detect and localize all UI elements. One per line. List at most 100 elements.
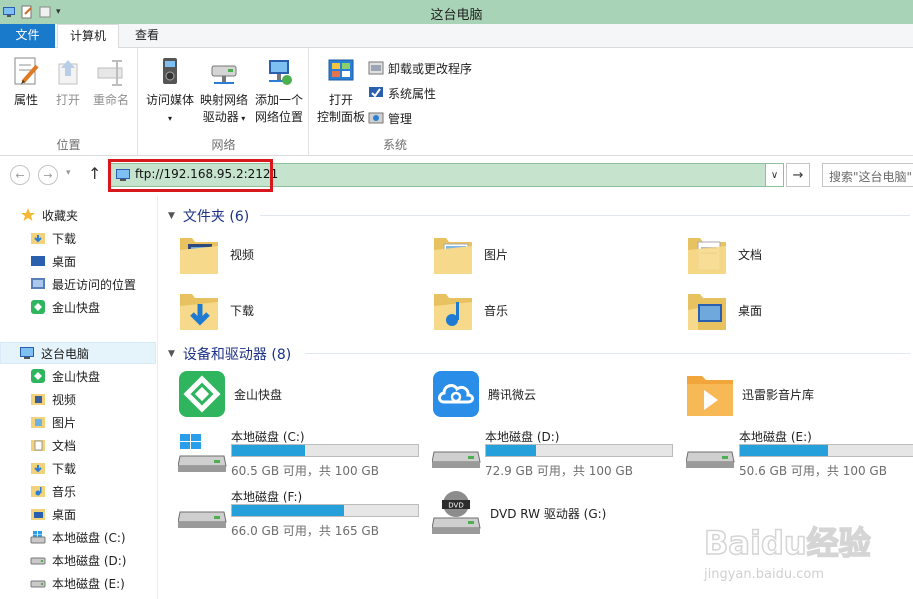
xunlei-media-folder-icon bbox=[687, 376, 733, 416]
folder-music[interactable]: 音乐 bbox=[432, 286, 508, 334]
nav-this-pc-label: 这台电脑 bbox=[41, 346, 90, 361]
drive-f-free-space: 66.0 GB 可用，共 165 GB bbox=[231, 524, 379, 538]
manage-label: 管理 bbox=[388, 111, 413, 126]
nav-this-pc[interactable]: 这台电脑 bbox=[0, 342, 156, 364]
nav-pc-desktop[interactable]: 桌面 bbox=[0, 503, 156, 525]
tab-view[interactable]: 查看 bbox=[122, 24, 172, 48]
device-weiyun-label: 腾讯微云 bbox=[488, 387, 537, 402]
nav-drive-d-label: 本地磁盘 (D:) bbox=[52, 553, 127, 568]
dvd-drive-icon: DVD bbox=[432, 491, 481, 534]
devices-header-label: 设备和驱动器 (8) bbox=[182, 347, 292, 363]
folder-downloads[interactable]: 下载 bbox=[178, 286, 254, 334]
open-control-panel-button[interactable]: 打开 控制面板 bbox=[312, 56, 370, 126]
folder-pictures-label: 图片 bbox=[484, 247, 509, 262]
uninstall-label: 卸载或更改程序 bbox=[388, 61, 473, 76]
properties-button[interactable]: 属性 bbox=[6, 56, 46, 109]
nav-pc-kuaipan[interactable]: 金山快盘 bbox=[0, 365, 156, 387]
hard-drive-icon bbox=[432, 451, 481, 468]
ribbon-tabs: 文件 计算机 查看 bbox=[0, 24, 913, 49]
devices-section-header[interactable]: ▼ 设备和驱动器 (8) bbox=[168, 344, 291, 364]
device-weiyun[interactable]: 腾讯微云 bbox=[432, 370, 536, 418]
folder-desktop[interactable]: 桌面 bbox=[686, 286, 762, 334]
back-button[interactable]: ← bbox=[10, 165, 30, 185]
go-button[interactable]: → bbox=[786, 163, 810, 187]
drive-f-usage-bar bbox=[231, 504, 419, 517]
manage-icon bbox=[368, 112, 384, 124]
address-dropdown-button[interactable]: ∨ bbox=[765, 164, 783, 186]
control-panel-label-2: 控制面板 bbox=[316, 110, 365, 124]
folders-header-label: 文件夹 (6) bbox=[182, 209, 250, 225]
nav-drive-c-label: 本地磁盘 (C:) bbox=[52, 530, 126, 545]
nav-pc-downloads[interactable]: 下载 bbox=[0, 457, 156, 479]
rename-button[interactable]: 重命名 bbox=[88, 56, 134, 109]
drive-f-usage-fill bbox=[232, 505, 344, 516]
folders-section-header[interactable]: ▼ 文件夹 (6) bbox=[168, 206, 249, 226]
drive-g-dvd[interactable]: DVD DVD RW 驱动器 (G:) bbox=[432, 490, 606, 536]
open-label: 打开 bbox=[55, 93, 80, 107]
nav-drive-c[interactable]: 本地磁盘 (C:) bbox=[0, 526, 156, 548]
desktop-folder-icon bbox=[31, 509, 45, 520]
recent-locations-dropdown-icon[interactable]: ▾ bbox=[66, 168, 71, 178]
nav-pictures-label: 图片 bbox=[52, 415, 77, 430]
uninstall-programs-button[interactable]: 卸载或更改程序 bbox=[368, 58, 472, 78]
nav-documents[interactable]: 文档 bbox=[0, 434, 156, 456]
nav-music[interactable]: 音乐 bbox=[0, 480, 156, 502]
map-drive-button[interactable]: 映射网络 驱动器 ▾ bbox=[197, 56, 251, 127]
folder-videos[interactable]: 视频 bbox=[178, 230, 254, 278]
media-server-icon bbox=[163, 58, 177, 84]
rename-label: 重命名 bbox=[92, 93, 129, 107]
nav-pc-kuaipan-label: 金山快盘 bbox=[52, 369, 101, 384]
hard-drive-icon bbox=[178, 511, 227, 528]
hard-drive-icon bbox=[686, 451, 735, 468]
nav-desktop-label: 桌面 bbox=[52, 254, 77, 269]
system-properties-button[interactable]: 系统属性 bbox=[368, 83, 436, 103]
documents-folder-icon bbox=[31, 440, 45, 451]
kuaipan-icon bbox=[31, 369, 45, 383]
collapse-caret-icon: ▼ bbox=[168, 211, 175, 221]
downloads-folder-icon bbox=[31, 463, 45, 474]
folder-downloads-label: 下载 bbox=[230, 303, 255, 318]
open-button[interactable]: 打开 bbox=[50, 56, 86, 109]
drive-f[interactable]: 本地磁盘 (F:) 66.0 GB 可用，共 165 GB bbox=[178, 488, 428, 546]
folder-desktop-label: 桌面 bbox=[738, 303, 763, 318]
nav-drive-d[interactable]: 本地磁盘 (D:) bbox=[0, 549, 156, 571]
windows-drive-icon bbox=[30, 531, 46, 544]
nav-drive-e[interactable]: 本地磁盘 (E:) bbox=[0, 572, 156, 594]
system-properties-label: 系统属性 bbox=[388, 86, 437, 101]
nav-recent[interactable]: 最近访问的位置 bbox=[0, 273, 156, 295]
back-arrow-icon: ← bbox=[15, 168, 25, 182]
nav-downloads[interactable]: 下载 bbox=[0, 227, 156, 249]
forward-button[interactable]: → bbox=[38, 165, 58, 185]
map-drive-label-2: 驱动器 bbox=[202, 110, 239, 124]
nav-recent-label: 最近访问的位置 bbox=[52, 277, 137, 292]
access-media-button[interactable]: 访问媒体 ▾ bbox=[143, 56, 197, 127]
folder-music-label: 音乐 bbox=[484, 303, 509, 318]
folder-documents[interactable]: 文档 bbox=[686, 230, 762, 278]
navigation-bar: ← → ▾ ↑ ftp://192.168.95.2:2121 ∨ → 搜索"这… bbox=[0, 157, 913, 195]
device-kuaipan-label: 金山快盘 bbox=[234, 387, 283, 402]
group-label-network: 网络 bbox=[211, 138, 236, 152]
folder-documents-label: 文档 bbox=[738, 247, 763, 262]
hard-drive-icon bbox=[30, 557, 46, 565]
up-arrow-icon[interactable]: ↑ bbox=[88, 164, 101, 183]
open-icon bbox=[58, 60, 78, 85]
drive-c[interactable]: 本地磁盘 (C:) 60.5 GB 可用，共 100 GB bbox=[178, 428, 428, 486]
drive-c-name: 本地磁盘 (C:) bbox=[231, 430, 305, 444]
search-input[interactable]: 搜索"这台电脑" bbox=[822, 163, 913, 187]
nav-videos[interactable]: 视频 bbox=[0, 388, 156, 410]
tab-computer[interactable]: 计算机 bbox=[57, 24, 119, 49]
drive-e[interactable]: 本地磁盘 (E:) 50.6 GB 可用，共 100 GB bbox=[686, 428, 913, 486]
device-xunlei[interactable]: 迅雷影音片库 bbox=[686, 370, 814, 418]
folder-pictures[interactable]: 图片 bbox=[432, 230, 508, 278]
drive-d[interactable]: 本地磁盘 (D:) 72.9 GB 可用，共 100 GB bbox=[432, 428, 682, 486]
add-network-location-button[interactable]: 添加一个 网络位置 bbox=[251, 56, 307, 126]
device-kuaipan[interactable]: 金山快盘 bbox=[178, 370, 282, 418]
nav-kuaipan[interactable]: 金山快盘 bbox=[0, 296, 156, 318]
nav-desktop[interactable]: 桌面 bbox=[0, 250, 156, 272]
manage-button[interactable]: 管理 bbox=[368, 108, 412, 128]
nav-pictures[interactable]: 图片 bbox=[0, 411, 156, 433]
group-label-location: 位置 bbox=[56, 138, 81, 152]
tab-file[interactable]: 文件 bbox=[0, 24, 55, 48]
nav-favorites[interactable]: 收藏夹 bbox=[0, 204, 156, 226]
control-panel-label-1: 打开 bbox=[328, 93, 353, 107]
